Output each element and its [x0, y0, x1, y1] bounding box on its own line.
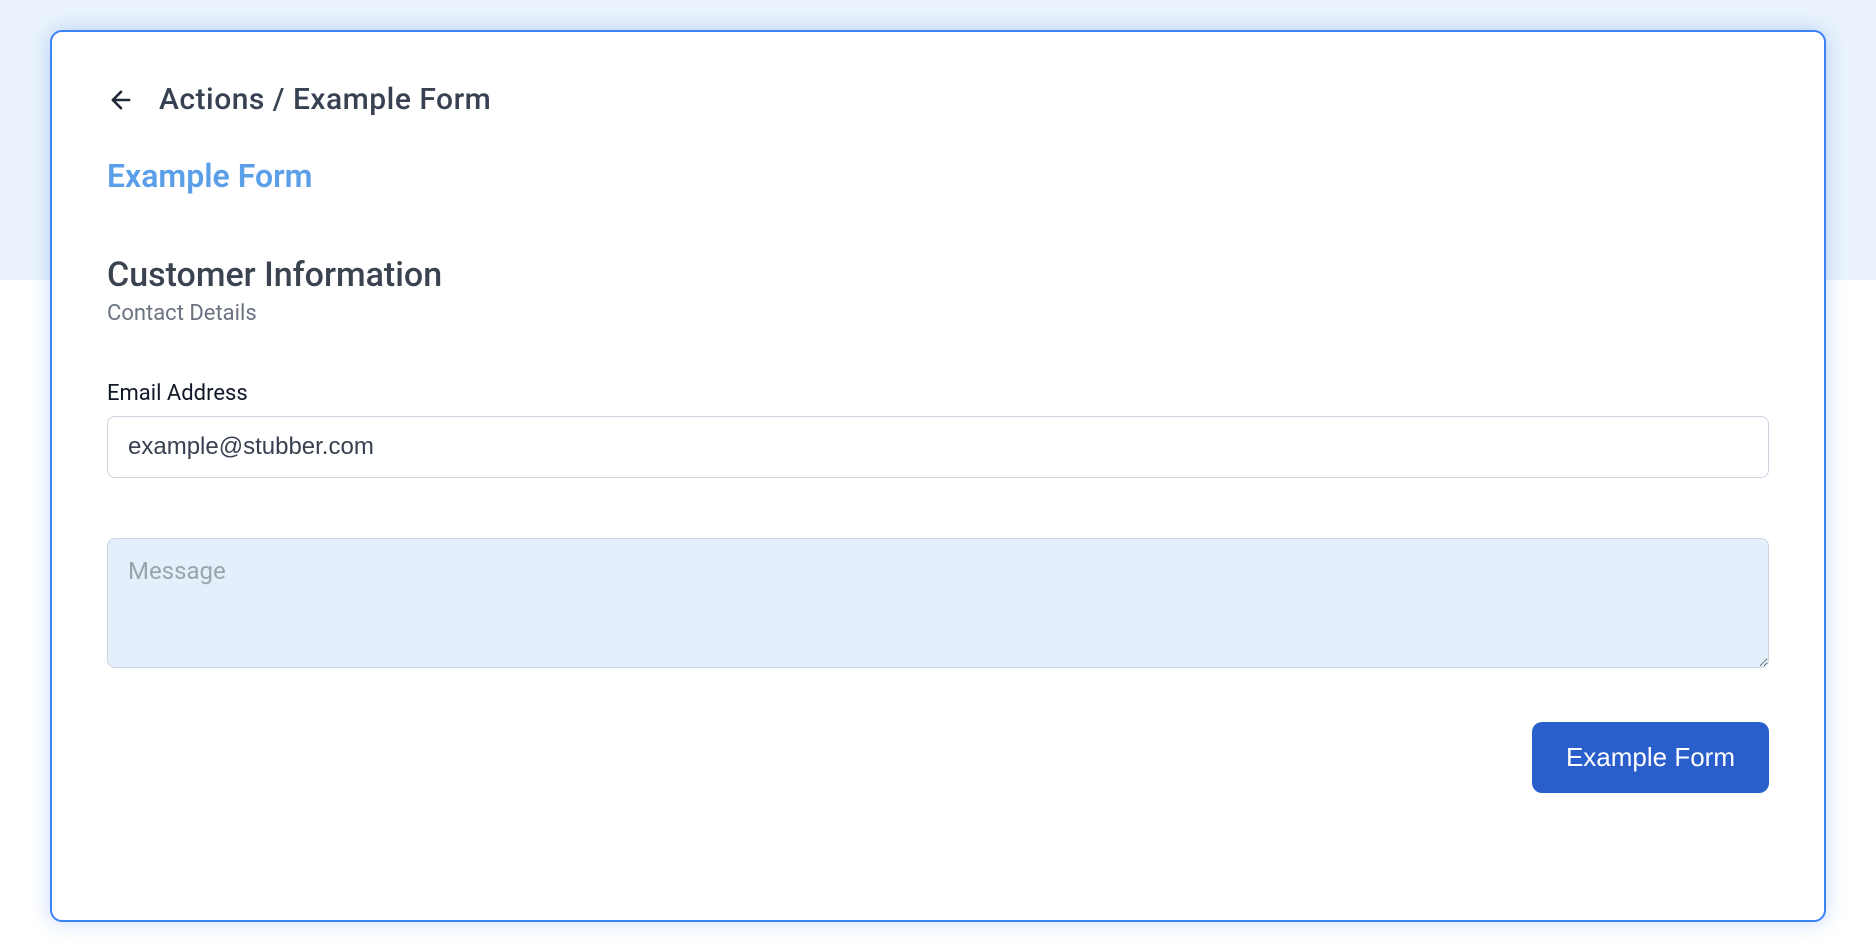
- section-title: Customer Information: [107, 255, 1769, 295]
- breadcrumb: Actions / Example Form: [159, 82, 491, 117]
- header-row: Actions / Example Form: [107, 82, 1769, 117]
- back-arrow-icon[interactable]: [107, 86, 135, 114]
- email-field[interactable]: [107, 416, 1769, 478]
- message-field[interactable]: [107, 538, 1769, 668]
- button-row: Example Form: [107, 722, 1769, 793]
- section-subtitle: Contact Details: [107, 301, 1769, 326]
- form-card: Actions / Example Form Example Form Cust…: [50, 30, 1826, 922]
- submit-button[interactable]: Example Form: [1532, 722, 1769, 793]
- form-title: Example Form: [107, 157, 1769, 195]
- email-label: Email Address: [107, 381, 1769, 406]
